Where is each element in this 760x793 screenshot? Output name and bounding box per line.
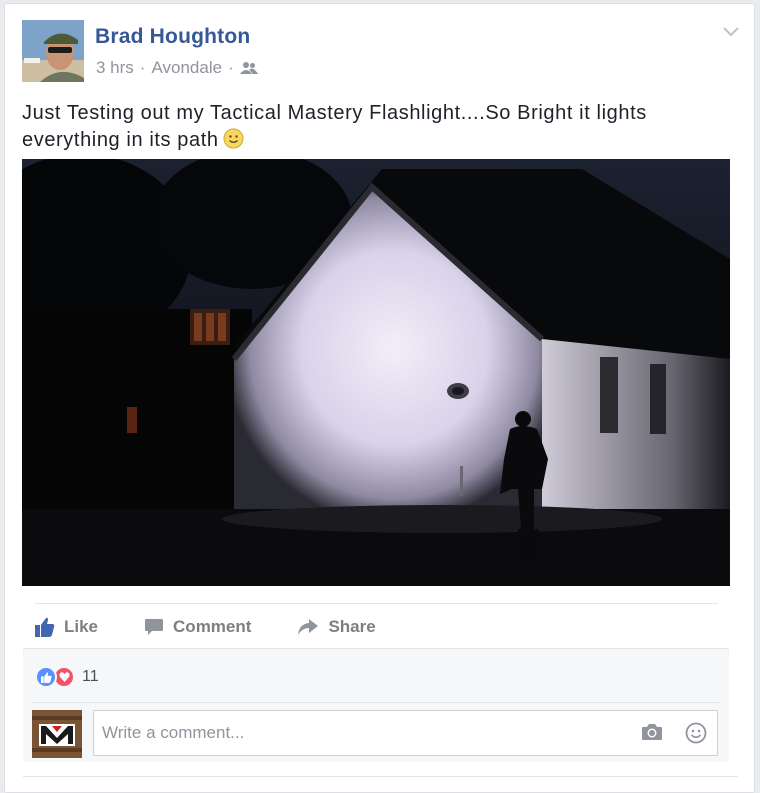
commenter-logo	[32, 710, 82, 758]
chevron-down-icon[interactable]	[722, 24, 740, 38]
share-arrow-icon	[298, 619, 319, 635]
card-bottom-divider	[23, 776, 738, 777]
post-text-content: Just Testing out my Tactical Mastery Fla…	[22, 102, 647, 151]
post-location[interactable]: Avondale	[151, 58, 222, 78]
like-button[interactable]: Like	[35, 617, 98, 637]
house-flashlight-image	[22, 159, 730, 586]
avatar-photo	[22, 20, 84, 82]
smiley-emoji-icon	[223, 128, 244, 149]
post-photo[interactable]	[22, 159, 730, 586]
share-label: Share	[328, 617, 376, 636]
feedback-panel: 11	[23, 648, 729, 762]
friends-icon[interactable]	[239, 61, 258, 75]
like-reaction-icon	[35, 666, 57, 688]
author-avatar[interactable]	[22, 20, 84, 82]
meta-separator: ·	[139, 58, 146, 77]
emoji-icon[interactable]	[685, 722, 707, 744]
meta-separator: ·	[228, 58, 234, 77]
post-card: Brad Houghton 3 hrs · Avondale · Just Te…	[4, 3, 755, 793]
reaction-summary[interactable]: 11	[35, 666, 99, 688]
reaction-count[interactable]: 11	[82, 668, 99, 686]
panel-divider	[33, 702, 721, 703]
comment-button[interactable]: Comment	[144, 617, 251, 637]
post-text: Just Testing out my Tactical Mastery Fla…	[22, 100, 722, 154]
author-name[interactable]: Brad Houghton	[95, 25, 250, 49]
thumbs-up-icon	[35, 617, 55, 637]
camera-icon[interactable]	[641, 722, 663, 742]
comment-bubble-icon	[145, 619, 164, 635]
comment-composer[interactable]	[93, 710, 718, 756]
comment-label: Comment	[173, 617, 252, 636]
post-timestamp[interactable]: 3 hrs	[96, 58, 134, 78]
comment-input[interactable]	[94, 723, 614, 743]
action-bar: Like Comment Share	[35, 612, 422, 642]
post-meta: 3 hrs · Avondale ·	[96, 58, 258, 78]
share-button[interactable]: Share	[297, 617, 376, 637]
commenter-avatar[interactable]	[32, 710, 82, 758]
actions-divider	[35, 603, 718, 604]
like-label: Like	[64, 617, 99, 636]
